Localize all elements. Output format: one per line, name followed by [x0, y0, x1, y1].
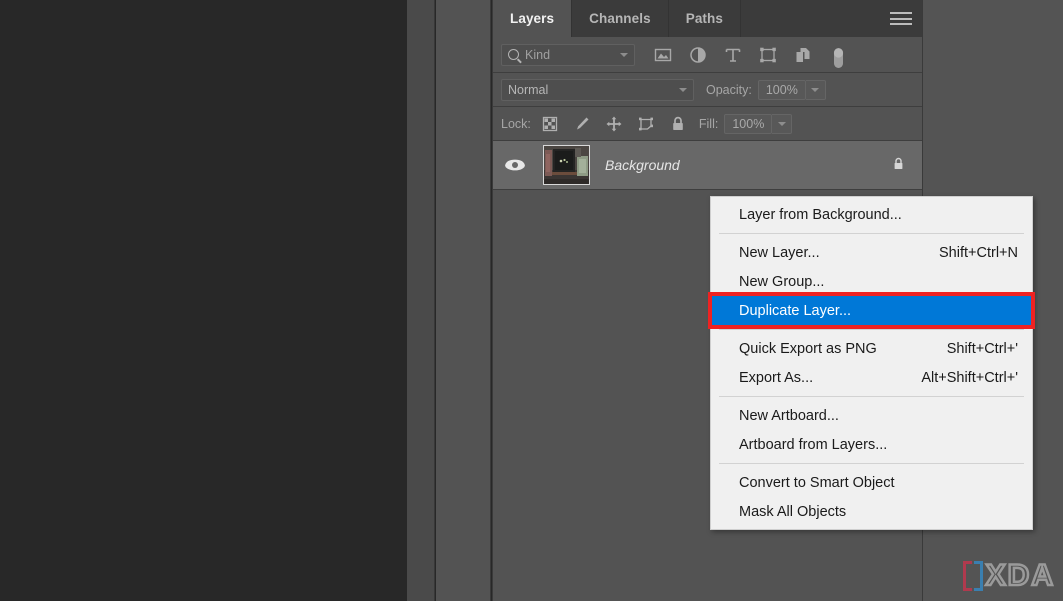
layer-filter-row: Kind [493, 37, 922, 73]
menu-item-shortcut: Shift+Ctrl+N [939, 244, 1018, 261]
fill-stepper[interactable] [772, 113, 793, 134]
xda-watermark: XDA [962, 558, 1055, 594]
opacity-input[interactable]: 100% [757, 79, 806, 100]
blend-mode-select[interactable]: Normal [501, 78, 694, 101]
tab-paths-label: Paths [685, 11, 723, 26]
layer-context-menu: Layer from Background... New Layer... Sh… [708, 196, 1035, 530]
blend-opacity-row: Normal Opacity: 100% [493, 73, 922, 107]
workspace-gutter-left [407, 0, 435, 601]
menu-item-duplicate-layer[interactable]: Duplicate Layer... [711, 296, 1032, 325]
tab-channels-label: Channels [589, 11, 651, 26]
menu-item-shortcut: Shift+Ctrl+' [946, 340, 1018, 357]
lock-icon-group [541, 115, 687, 133]
eye-icon [505, 159, 525, 171]
shape-layer-filter-icon[interactable] [758, 45, 778, 65]
menu-group-2: New Layer... Shift+Ctrl+N New Group... D… [708, 238, 1035, 329]
lock-label: Lock: [501, 116, 531, 131]
document-canvas[interactable] [0, 0, 407, 601]
layer-thumbnail-cell[interactable] [537, 145, 595, 185]
menu-item-convert-to-smart-object[interactable]: Convert to Smart Object [711, 468, 1032, 497]
layer-visibility-toggle[interactable] [493, 159, 537, 171]
adjustment-layer-filter-icon[interactable] [688, 45, 708, 65]
menu-item-label: New Layer... [739, 244, 820, 261]
tab-layers[interactable]: Layers [493, 0, 573, 37]
app-root: Layers Channels Paths Kind Normal Opacit… [0, 0, 1063, 601]
menu-item-label: Export As... [739, 369, 814, 386]
pixel-layer-filter-icon[interactable] [653, 45, 673, 65]
lock-transparent-pixels-icon[interactable] [541, 115, 559, 133]
type-layer-filter-icon[interactable] [723, 45, 743, 65]
chevron-down-icon [620, 52, 628, 57]
layer-name: Background [605, 157, 680, 173]
opacity-stepper[interactable] [805, 79, 826, 100]
menu-item-label: Convert to Smart Object [739, 474, 895, 491]
workspace-gutter-right [436, 0, 491, 601]
menu-item-shortcut: Alt+Shift+Ctrl+' [921, 369, 1018, 386]
xda-bracket-icon [962, 561, 983, 591]
lock-row: Lock: Fill: 100% [493, 107, 922, 141]
tab-layers-label: Layers [510, 11, 555, 26]
menu-item-new-artboard[interactable]: New Artboard... [711, 401, 1032, 430]
chevron-down-icon [811, 87, 820, 92]
menu-item-mask-all-objects[interactable]: Mask All Objects [711, 497, 1032, 526]
fill-input[interactable]: 100% [724, 113, 773, 134]
menu-group-1: Layer from Background... [711, 200, 1032, 229]
menu-item-label: New Artboard... [739, 407, 839, 424]
menu-group-5: Convert to Smart Object Mask All Objects [711, 468, 1032, 526]
xda-watermark-text: XDA [984, 558, 1055, 594]
menu-item-duplicate-layer-wrapper: Duplicate Layer... [708, 292, 1035, 329]
menu-separator [719, 329, 1024, 330]
lock-all-icon[interactable] [669, 115, 687, 133]
menu-item-label: Quick Export as PNG [739, 340, 877, 357]
lock-artboard-nesting-icon[interactable] [637, 115, 655, 133]
menu-separator [719, 463, 1024, 464]
menu-item-layer-from-background[interactable]: Layer from Background... [711, 200, 1032, 229]
blend-mode-value: Normal [508, 82, 549, 97]
lock-icon [893, 157, 904, 171]
search-icon [508, 49, 519, 60]
menu-item-artboard-from-layers[interactable]: Artboard from Layers... [711, 430, 1032, 459]
menu-item-label: Mask All Objects [739, 503, 847, 520]
fill-label: Fill: [698, 116, 719, 131]
filter-kind-select[interactable]: Kind [501, 43, 635, 66]
layer-list: Background [493, 141, 922, 190]
opacity-label: Opacity: [706, 82, 752, 97]
menu-group-3: Quick Export as PNG Shift+Ctrl+' Export … [711, 334, 1032, 392]
menu-item-quick-export-as-png[interactable]: Quick Export as PNG Shift+Ctrl+' [711, 334, 1032, 363]
layer-thumbnail [542, 145, 590, 185]
menu-item-label: New Group... [739, 273, 825, 290]
chevron-down-icon [679, 87, 687, 92]
menu-group-4: New Artboard... Artboard from Layers... [711, 401, 1032, 459]
filter-type-icons [653, 45, 848, 68]
menu-separator [719, 233, 1024, 234]
menu-item-new-group[interactable]: New Group... [711, 267, 1032, 296]
filter-kind-label: Kind [525, 47, 551, 62]
menu-item-export-as[interactable]: Export As... Alt+Shift+Ctrl+' [711, 363, 1032, 392]
table-row[interactable]: Background [493, 141, 922, 190]
lock-image-pixels-icon[interactable] [573, 115, 591, 133]
hamburger-menu-icon[interactable] [890, 12, 912, 25]
panel-tabbar: Layers Channels Paths [493, 0, 922, 37]
tab-channels[interactable]: Channels [572, 0, 669, 37]
filter-toggle-switch-icon[interactable] [828, 45, 848, 68]
menu-item-label: Layer from Background... [739, 206, 902, 223]
menu-item-label: Artboard from Layers... [739, 436, 888, 453]
menu-separator [719, 396, 1024, 397]
smart-object-filter-icon[interactable] [793, 45, 813, 65]
menu-item-label: Duplicate Layer... [739, 302, 852, 319]
tab-paths[interactable]: Paths [669, 0, 741, 37]
menu-item-new-layer[interactable]: New Layer... Shift+Ctrl+N [711, 238, 1032, 267]
lock-position-icon[interactable] [605, 115, 623, 133]
chevron-down-icon [777, 121, 786, 126]
